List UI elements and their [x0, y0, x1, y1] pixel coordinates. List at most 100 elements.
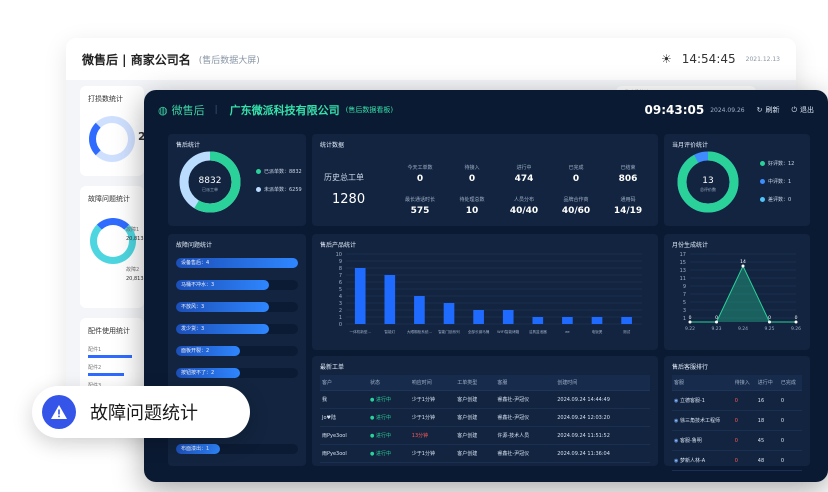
exit-button[interactable]: ⏻ 退出	[791, 105, 814, 115]
total-label: 历史总工单	[324, 173, 364, 182]
legend-dot	[256, 169, 261, 174]
stat-item: 待处理总数 10	[442, 196, 502, 216]
ranking-title: 售后客服排行	[672, 364, 709, 371]
bg-card-title: 配件使用统计	[88, 327, 130, 335]
y-tick-label: 1	[683, 316, 686, 322]
table-row[interactable]: ◉ 梦新人林-A 0 48 0	[672, 450, 802, 471]
y-tick-label: 13	[680, 268, 686, 274]
status-text: 进行中	[376, 397, 392, 403]
table-cell: 睿鑫社-尹冠仪	[495, 390, 556, 409]
exit-label: 退出	[800, 106, 814, 114]
evaluation-donut: 13 总评价数	[677, 151, 739, 213]
bg-part-bar	[88, 373, 124, 376]
evaluation-center-label: 总评价数	[700, 186, 716, 192]
dashboard-header: ◍ 微售后 | 广东微派科技有限公司 (售后数据看板) 09:43:05 202…	[144, 90, 828, 130]
bg-header: 微售后 | 商家公司名 (售后数据大屏) ☀ 14:54:45 2021.12.…	[66, 38, 796, 80]
bg-small-1: 故障1	[126, 227, 140, 233]
fault-bar: 不放风：3	[176, 302, 269, 312]
bg-clock: ☀ 14:54:45 2021.12.13	[661, 52, 780, 66]
table-row[interactable]: Jo♥陆 ● 进行中 少于1分钟 客户创建 睿鑫社-尹冠仪 2024.09.24 12:0…	[320, 408, 650, 427]
table-cell: 2024.09.24 11:51:52	[555, 426, 650, 445]
legend-bad: 差评数：0	[760, 196, 791, 203]
after-sales-title: 售后统计	[176, 142, 201, 149]
table-cell: ● 进行中	[368, 390, 410, 409]
chat-logo-icon: ◍	[158, 103, 168, 117]
stat-label: 通用码	[620, 197, 636, 203]
table-cell: 0	[732, 410, 756, 431]
table-row[interactable]: 雨Pye3ool ● 进行中 少于1分钟 客户创建 睿鑫社-尹冠仪 2024.09.24 …	[320, 444, 650, 463]
after-sales-panel: 售后统计 8832 已派工单 已派单数：8832 未派单数：6259	[168, 134, 306, 226]
table-cell: ◉ 徐三角技术工程师	[672, 410, 733, 431]
table-cell: ● 进行中	[368, 444, 410, 463]
agent-name: 客服-鲁明	[679, 438, 702, 444]
table-cell: ◉ 客服-鲁明	[672, 430, 733, 451]
refresh-button[interactable]: ↻ 刷新	[757, 105, 780, 115]
column-header: 客户	[320, 375, 369, 391]
callout-text: 故障问题统计	[90, 403, 198, 424]
x-tick-label: 9.23	[711, 326, 721, 332]
y-tick-label: 7	[339, 273, 342, 279]
company-name: 广东微派科技有限公司	[229, 104, 340, 117]
x-tick-label: 大眼橱柜系统...	[407, 329, 432, 334]
stat-label: 最长通话时长	[404, 197, 435, 203]
after-sales-center-value: 8832	[199, 176, 222, 186]
power-icon: ⏻	[791, 105, 797, 114]
legend-dot	[760, 161, 765, 166]
table-row[interactable]: ◉ 客服-鲁明 0 45 0	[672, 430, 802, 451]
table-row[interactable]: 我 ● 进行中 少于1分钟 客户创建 睿鑫社-尹冠仪 2024.09.24 14:44:4…	[320, 390, 650, 409]
y-tick-label: 5	[339, 287, 342, 293]
products-panel: 售后产品统计 10 9 8 7 6 5 4 3 2 1 0 一体机新型... 智能灯 大眼橱柜系统... 智…	[312, 234, 658, 350]
table-cell: ◉ 立德客服-1	[672, 390, 733, 411]
stat-value: 0	[572, 174, 580, 184]
legend-label: 好评数：12	[768, 161, 795, 167]
y-tick-label: 3	[339, 301, 342, 307]
y-tick-label: 4	[339, 294, 342, 300]
table-cell: Jo♥陆	[320, 408, 369, 427]
fault-bar: 面板开裂：2	[176, 346, 240, 356]
stat-label: 今天工单数	[407, 165, 433, 171]
bar	[414, 296, 425, 324]
y-tick-label: 17	[680, 252, 686, 258]
table-row[interactable]: 雨Pye3ool ● 进行中 13分钟 客户创建 许源-技术人员 2024.09.24 1…	[320, 426, 650, 445]
table-row[interactable]: ◉ 徐三角技术工程师 0 18 0	[672, 410, 802, 431]
stat-label: 人员分布	[513, 197, 534, 203]
legend-good: 好评数：12	[760, 160, 794, 167]
bar	[621, 317, 632, 324]
column-header: 进行中	[755, 375, 779, 391]
stat-item: 通用码 14/19	[598, 196, 658, 216]
bar	[443, 303, 455, 324]
table-cell: 13分钟	[409, 426, 456, 445]
refresh-icon: ↻	[756, 106, 763, 114]
after-sales-donut: 8832 已派工单	[179, 151, 241, 213]
x-tick-label: ee	[565, 330, 570, 334]
y-tick-label: 6	[339, 280, 342, 286]
table-cell: 0	[778, 450, 802, 471]
ranking-body: ◉ 立德客服-1 0 16 0 ◉ 徐三角技术工程师 0 18 0 ◉ 客服-鲁明 0 45 0 ◉ 梦…	[672, 390, 802, 471]
bar	[473, 310, 484, 324]
table-cell: 我	[320, 390, 369, 409]
stat-label: 进行中	[516, 165, 532, 171]
table-cell: 客户创建	[455, 408, 496, 427]
orders-title: 最新工单	[320, 364, 345, 371]
y-tick-label: 0	[339, 322, 342, 328]
legend-dot	[760, 179, 765, 184]
legend-undispatched: 未派单数：6259	[256, 186, 302, 193]
orders-table: 客户 状态 响应时间 工单类型 客服 创建时间 我 ● 进行中 少于1分钟 客户创建 睿鑫社-尹冠…	[320, 375, 650, 463]
y-tick-label: 10	[336, 252, 342, 258]
table-row[interactable]: ◉ 立德客服-1 0 16 0	[672, 390, 802, 411]
bg-small-4: 20,813	[126, 276, 144, 282]
agent-name: 徐三角技术工程师	[679, 418, 720, 424]
table-cell: 少于1分钟	[409, 390, 456, 409]
fault-callout: 故障问题统计	[32, 386, 250, 438]
y-tick-label: 15	[680, 260, 686, 266]
trend-title: 月份生成统计	[672, 242, 709, 249]
table-cell: ● 进行中	[368, 426, 410, 445]
table-cell: 雨Pye3ool	[320, 426, 369, 445]
evaluation-title: 当月评价统计	[672, 142, 709, 149]
table-cell: 客户创建	[455, 444, 496, 463]
bg-time: 14:54:45	[681, 52, 736, 66]
bg-donut	[89, 116, 135, 162]
y-tick-label: 8	[339, 266, 342, 272]
x-tick-label: 9.22	[685, 326, 695, 332]
point-label: 0	[795, 315, 798, 321]
